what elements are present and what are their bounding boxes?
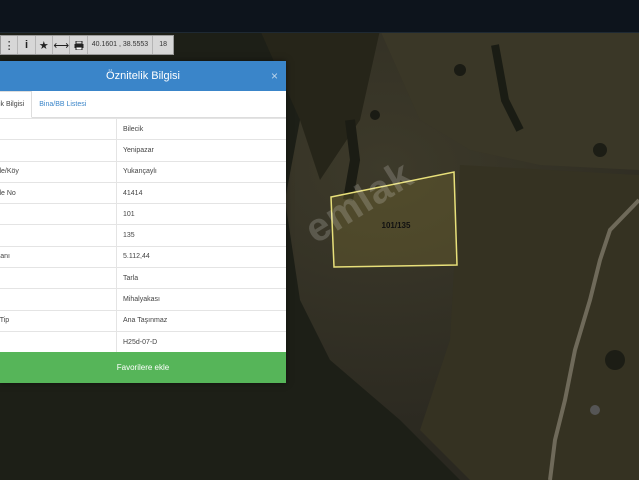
map-toolbar: ⋮ i ★ ⟷ 40.1601 , 38.5553 18 [0,35,174,55]
dialog-tabs: itelik Bilgisi Bina/BB Listesi [0,91,286,118]
attribute-key: k [0,267,117,289]
attribute-value: 135 [116,224,286,247]
attribute-dialog: Öznitelik Bilgisi × itelik Bilgisi Bina/… [0,61,286,383]
close-icon[interactable]: × [271,61,278,91]
attribute-key [0,117,117,140]
attribute-key [0,330,117,353]
attribute-value: 101 [116,203,286,225]
add-favorite-button[interactable]: Favorilere ekle [0,352,286,383]
attribute-value: H25d-07-D [116,330,286,353]
tab-attribute-info[interactable]: itelik Bilgisi [0,91,33,118]
tab-building-list[interactable]: Bina/BB Listesi [32,92,93,117]
table-row: n TipAna Taşınmaz [0,309,286,332]
attribute-value: Mihalyakası [116,288,286,311]
table-row: alle No41414 [0,181,286,204]
expand-icon[interactable]: ⋮ [1,36,19,54]
table-row: el135 [0,224,286,247]
attribute-key: Alanı [0,245,117,268]
zoom-level: 18 [159,41,167,48]
table-row: kTarla [0,267,286,289]
top-bar [0,0,639,33]
attribute-value: Ana Taşınmaz [116,309,286,332]
attribute-key [0,139,117,162]
print-icon[interactable] [70,36,88,54]
attribute-key: el [0,224,117,247]
dialog-header: Öznitelik Bilgisi × [0,61,286,91]
attribute-value: Bilecik [116,117,286,140]
table-row: Bilecik [0,117,286,140]
attribute-value: 41414 [116,181,286,204]
table-row: Alanı5.112,44 [0,245,286,268]
attribute-value: Yukançaylı [116,160,286,183]
table-row: H25d-07-D [0,330,286,353]
attribute-key: n Tip [0,309,117,332]
table-row: iMihalyakası [0,288,286,311]
attribute-value: 5.112,44 [116,245,286,268]
attribute-table: BilecikYenipazaralle/KöyYukançaylıalle N… [0,117,286,353]
info-icon[interactable]: i [18,36,36,54]
parcel-label: 101/135 [382,221,411,230]
table-row: alle/KöyYukançaylı [0,160,286,183]
star-icon[interactable]: ★ [36,36,54,54]
attribute-value: Yenipazar [116,139,286,162]
attribute-key: alle No [0,181,117,204]
coordinate-readout: 40.1601 , 38.5553 [88,36,154,54]
dialog-title: Öznitelik Bilgisi [106,70,180,82]
attribute-key: i [0,288,117,311]
table-row: Yenipazar [0,139,286,162]
attribute-key: alle/Köy [0,160,117,183]
measure-icon[interactable]: ⟷ [53,36,71,54]
table-row: 101 [0,203,286,225]
attribute-value: Tarla [116,267,286,289]
attribute-key [0,203,117,225]
